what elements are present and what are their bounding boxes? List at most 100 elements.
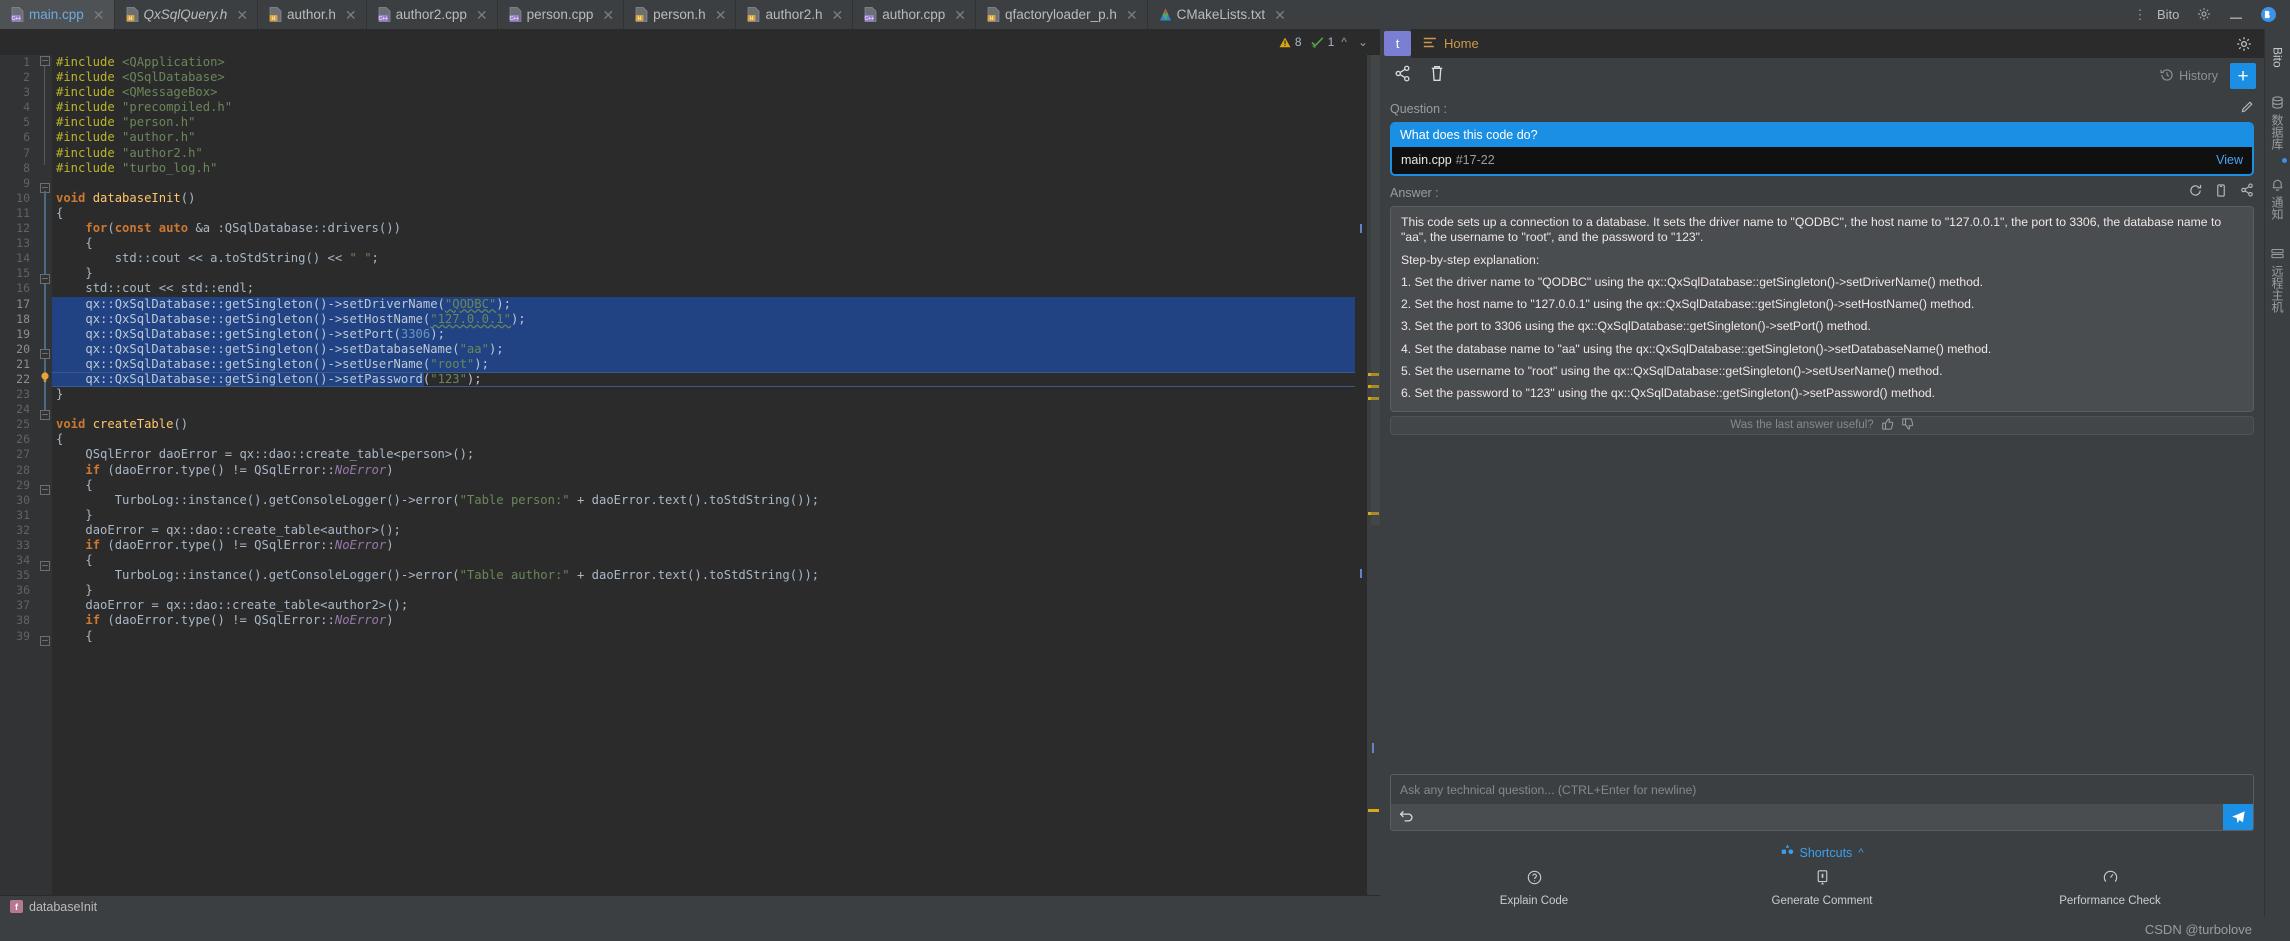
- code-line[interactable]: #include "turbo_log.h": [52, 161, 1355, 176]
- code-line[interactable]: TurboLog::instance().getConsoleLogger()-…: [52, 493, 1355, 508]
- breadcrumb[interactable]: f databaseInit: [0, 895, 1380, 917]
- fold-marker[interactable]: ─: [40, 561, 50, 571]
- code-line[interactable]: #include <QApplication>: [52, 55, 1355, 70]
- ask-input[interactable]: Ask any technical question... (CTRL+Ente…: [1391, 775, 2253, 804]
- history-button[interactable]: History: [2160, 68, 2218, 85]
- pencil-icon[interactable]: [2241, 100, 2254, 118]
- thumbs-up-icon[interactable]: [1881, 418, 1894, 433]
- close-icon[interactable]: ✕: [93, 8, 105, 22]
- chevron-down-icon[interactable]: ⌄: [1354, 35, 1372, 49]
- close-icon[interactable]: ✕: [476, 8, 488, 22]
- close-icon[interactable]: ✕: [236, 8, 248, 22]
- editor-tab-author-h[interactable]: Hauthor.h ✕: [257, 0, 366, 29]
- share-icon[interactable]: [2240, 183, 2254, 202]
- fold-marker[interactable]: ─: [40, 349, 50, 359]
- editor-tab-main-cpp[interactable]: C++ main.cpp ✕: [0, 0, 114, 29]
- code-line[interactable]: {: [52, 553, 1355, 568]
- undo-icon[interactable]: [1399, 809, 1414, 826]
- fold-marker[interactable]: ─: [40, 274, 50, 284]
- code-line[interactable]: #include <QMessageBox>: [52, 85, 1355, 100]
- code-line[interactable]: daoError = qx::dao::create_table<author2…: [52, 598, 1355, 613]
- code-line[interactable]: std::cout << a.toStdString() << " ";: [52, 251, 1355, 266]
- close-icon[interactable]: ✕: [602, 8, 614, 22]
- code-line[interactable]: }: [52, 387, 1355, 402]
- editor-tab-qxsqlquery-h[interactable]: H QxSqlQuery.h ✕: [113, 0, 258, 29]
- code-line[interactable]: #include "author.h": [52, 130, 1355, 145]
- fold-marker[interactable]: ─: [40, 636, 50, 646]
- tab-overflow-menu-icon[interactable]: ⋮: [2131, 7, 2149, 23]
- code-line[interactable]: qx::QxSqlDatabase::getSingleton()->setHo…: [52, 312, 1355, 327]
- refresh-icon[interactable]: [2189, 184, 2202, 202]
- code-line[interactable]: std::cout << std::endl;: [52, 281, 1355, 296]
- code-line[interactable]: #include <QSqlDatabase>: [52, 70, 1355, 85]
- fold-marker[interactable]: ─: [40, 485, 50, 495]
- composer[interactable]: Ask any technical question... (CTRL+Ente…: [1390, 774, 2254, 831]
- line-number-gutter[interactable]: 1 2 3 4 5 6 7 8 9 10 11 12 13 14 15 16 17 18 19 20 21 22 23 24 2…: [0, 55, 38, 895]
- copy-icon[interactable]: [2215, 183, 2227, 202]
- scrollbar-thumb[interactable]: [1371, 55, 1380, 525]
- code-line[interactable]: }: [52, 266, 1355, 281]
- close-icon[interactable]: ✕: [1274, 8, 1286, 22]
- shortcuts-header[interactable]: Shortcuts ^: [1390, 844, 2254, 862]
- code-text-area[interactable]: #include <QApplication> #include <QSqlDat…: [52, 55, 1355, 895]
- tab-home[interactable]: Home: [1411, 29, 1493, 58]
- new-chat-button[interactable]: +: [2230, 63, 2256, 89]
- minimize-icon[interactable]: [2229, 8, 2243, 22]
- code-line[interactable]: #include "precompiled.h": [52, 100, 1355, 115]
- fold-marker[interactable]: ─: [40, 410, 50, 420]
- code-line[interactable]: for(const auto &a :QSqlDatabase::drivers…: [52, 221, 1355, 236]
- code-line[interactable]: void createTable(): [52, 417, 1355, 432]
- trash-icon[interactable]: [1429, 65, 1445, 87]
- send-button[interactable]: [2223, 804, 2253, 830]
- shortcut-explain-code[interactable]: Explain Code: [1390, 870, 1678, 907]
- code-line[interactable]: qx::QxSqlDatabase::getSingleton()->setDa…: [52, 342, 1355, 357]
- chevron-up-icon[interactable]: ^: [1858, 847, 1863, 859]
- code-line[interactable]: }: [52, 508, 1355, 523]
- code-line[interactable]: daoError = qx::dao::create_table<author>…: [52, 523, 1355, 538]
- code-line[interactable]: [52, 402, 1355, 417]
- code-line[interactable]: #include "author2.h": [52, 146, 1355, 161]
- close-icon[interactable]: ✕: [1126, 8, 1138, 22]
- avatar[interactable]: t: [1384, 31, 1411, 56]
- tool-window-remote-host[interactable]: 远程主机: [2269, 230, 2286, 323]
- code-line[interactable]: QSqlError daoError = qx::dao::create_tab…: [52, 447, 1355, 462]
- code-line[interactable]: if (daoError.type() != QSqlError::NoErro…: [52, 538, 1355, 553]
- editor-tab-cmakelists-txt[interactable]: CMakeLists.txt ✕: [1146, 0, 1295, 29]
- shortcut-generate-comment[interactable]: Generate Comment: [1678, 870, 1966, 907]
- code-line[interactable]: {: [52, 629, 1355, 644]
- code-line[interactable]: #include "person.h": [52, 115, 1355, 130]
- chevron-up-icon[interactable]: ^: [1337, 35, 1351, 49]
- code-line[interactable]: qx::QxSqlDatabase::getSingleton()->setDr…: [52, 297, 1355, 312]
- close-icon[interactable]: ✕: [715, 8, 727, 22]
- close-icon[interactable]: ✕: [831, 8, 843, 22]
- warning-indicator[interactable]: 8: [1279, 35, 1302, 49]
- tool-window-bito[interactable]: Bito: [2271, 35, 2285, 78]
- tool-window-notifications[interactable]: 通知: [2269, 157, 2287, 230]
- code-folding-column[interactable]: ─ ─ ─ ─ ─ ─ ─ ─: [38, 55, 52, 895]
- editor-tab-author-cpp[interactable]: C++ author.cpp ✕: [852, 0, 975, 29]
- code-line[interactable]: {: [52, 236, 1355, 251]
- gear-icon[interactable]: [2197, 7, 2211, 23]
- code-line[interactable]: {: [52, 478, 1355, 493]
- code-line[interactable]: if (daoError.type() != QSqlError::NoErro…: [52, 613, 1355, 628]
- bito-logo-icon[interactable]: [2261, 7, 2276, 22]
- close-icon[interactable]: ✕: [345, 8, 357, 22]
- close-icon[interactable]: ✕: [954, 8, 966, 22]
- question-code-reference[interactable]: main.cpp #17-22 View: [1392, 147, 2252, 174]
- thumbs-down-icon[interactable]: [1901, 418, 1914, 433]
- shortcut-performance-check[interactable]: Performance Check: [1966, 870, 2254, 907]
- fold-marker[interactable]: ─: [40, 56, 50, 66]
- editor-tab-person-h[interactable]: Hperson.h ✕: [623, 0, 735, 29]
- error-stripe-scrollbar[interactable]: [1367, 55, 1380, 895]
- code-line[interactable]: qx::QxSqlDatabase::getSingleton()->setPo…: [52, 327, 1355, 342]
- editor-tab-author2-cpp[interactable]: C++ author2.cpp ✕: [365, 0, 497, 29]
- code-line[interactable]: }: [52, 583, 1355, 598]
- view-reference-link[interactable]: View: [2216, 153, 2243, 167]
- intention-bulb-icon[interactable]: [39, 370, 51, 382]
- editor-tab-author2-h[interactable]: Hauthor2.h ✕: [735, 0, 852, 29]
- share-icon[interactable]: [1394, 65, 1411, 87]
- tool-window-database[interactable]: 数据库: [2269, 78, 2286, 160]
- code-line[interactable]: {: [52, 206, 1355, 221]
- code-line[interactable]: qx::QxSqlDatabase::getSingleton()->setUs…: [52, 357, 1355, 372]
- inspection-ok-indicator[interactable]: 1: [1311, 35, 1334, 49]
